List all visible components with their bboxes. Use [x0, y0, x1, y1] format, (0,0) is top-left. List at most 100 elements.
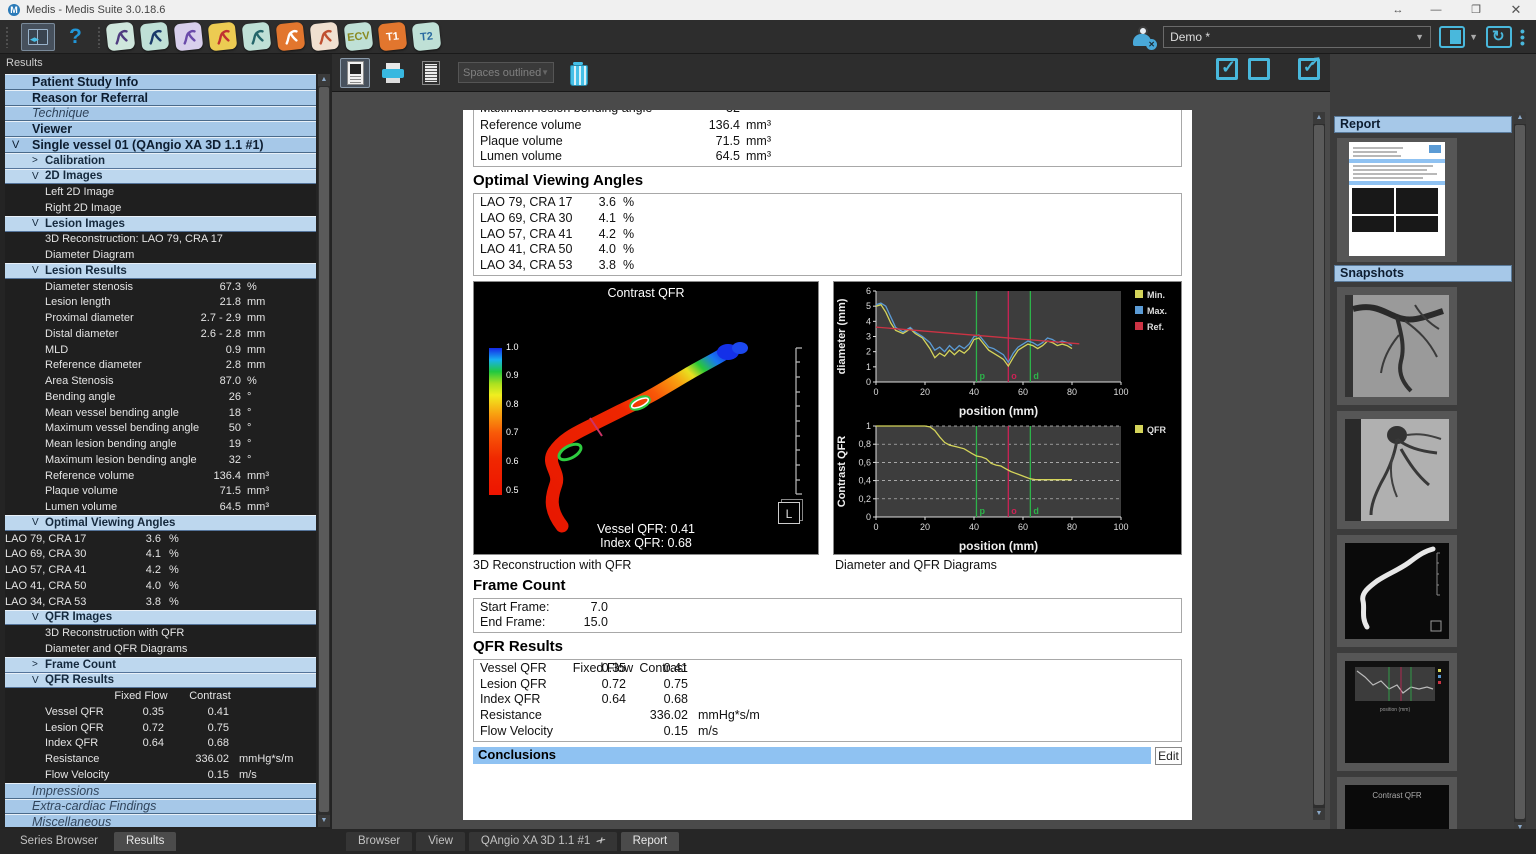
tab-qangio-xa-3d-1-1-1[interactable]: QAngio XA 3D 1.1 #1✗: [469, 832, 617, 851]
close-button[interactable]: ✕: [1496, 0, 1536, 20]
tree-table-row[interactable]: Flow Velocity0.15m/s: [5, 767, 316, 783]
deselect-checkbox-icon[interactable]: [1248, 58, 1270, 80]
tab-series-browser[interactable]: Series Browser: [8, 832, 110, 851]
app-icon-heart[interactable]: [241, 22, 271, 52]
tree-table-row[interactable]: Resistance336.02mmHg*s/m: [5, 751, 316, 767]
tree-section-header[interactable]: Technique: [5, 106, 316, 122]
preset-dropdown[interactable]: Demo * ▼: [1163, 26, 1431, 48]
toolbar-grip[interactable]: [5, 26, 10, 48]
tree-result-row[interactable]: Reference volume136.4mm³: [5, 468, 316, 484]
tree-result-row[interactable]: LAO 41, CRA 504.0%: [5, 578, 316, 594]
tree-table-row[interactable]: Lesion QFR0.720.75: [5, 720, 316, 736]
tree-section-header[interactable]: Impressions: [5, 783, 316, 799]
tree-result-row[interactable]: LAO 34, CRA 533.8%: [5, 594, 316, 610]
tree-result-row[interactable]: MLD0.9mm: [5, 342, 316, 358]
snapshot-angiogram-1[interactable]: [1337, 287, 1457, 405]
tree-table-row[interactable]: Vessel QFR0.350.41: [5, 704, 316, 720]
tree-result-row[interactable]: Proximal diameter2.7 - 2.9mm: [5, 310, 316, 326]
tree-subsection-header[interactable]: VOptimal Viewing Angles: [5, 515, 316, 531]
app-icon-vessel-orange[interactable]: [275, 22, 305, 52]
tree-result-row[interactable]: Reference diameter2.8mm: [5, 358, 316, 374]
tree-result-row[interactable]: Bending angle26°: [5, 389, 316, 405]
app-icon-capsule[interactable]: [207, 22, 237, 52]
tree-item[interactable]: Diameter and QFR Diagrams: [5, 641, 316, 657]
print-button[interactable]: [378, 58, 408, 88]
tree-result-row[interactable]: Mean vessel bending angle18°: [5, 405, 316, 421]
app-icon-tulip[interactable]: [105, 22, 135, 52]
tree-table-row[interactable]: Index QFR0.640.68: [5, 736, 316, 752]
tree-subsection-header[interactable]: VLesion Results: [5, 263, 316, 279]
user-session-icon[interactable]: ✕: [1131, 26, 1155, 48]
snapshot-3d-vessel[interactable]: [1337, 535, 1457, 647]
tree-result-row[interactable]: Lesion length21.8mm: [5, 295, 316, 311]
tree-section-header[interactable]: Reason for Referral: [5, 90, 316, 106]
reset-layout-button[interactable]: [1486, 26, 1512, 48]
spaces-dropdown[interactable]: Spaces outlined ▼: [458, 62, 554, 83]
tree-item[interactable]: Right 2D Image: [5, 200, 316, 216]
orientation-cube-icon[interactable]: L: [778, 502, 800, 524]
report-thumbnail[interactable]: [1337, 138, 1457, 262]
tab-view[interactable]: View: [416, 832, 465, 851]
tree-item[interactable]: Diameter Diagram: [5, 247, 316, 263]
trash-icon[interactable]: [570, 62, 586, 84]
report-view-button[interactable]: [340, 58, 370, 88]
maximize-button[interactable]: ❐: [1456, 0, 1496, 20]
tree-subsection-header[interactable]: VQFR Results: [5, 673, 316, 689]
tree-subsection-header[interactable]: VLesion Images: [5, 216, 316, 232]
scroll-up-icon[interactable]: ▲: [318, 74, 330, 86]
export-check-icon[interactable]: [1298, 58, 1320, 80]
tab-results[interactable]: Results: [114, 832, 176, 851]
select-all-checkbox-icon[interactable]: [1216, 58, 1238, 80]
rightpanel-scrollbar[interactable]: ▲ ▼: [1514, 112, 1526, 834]
tree-result-row[interactable]: Plaque volume71.5mm³: [5, 484, 316, 500]
save-layout-button[interactable]: [1439, 26, 1465, 48]
app-icon-vessel-white[interactable]: [309, 22, 339, 52]
tab-browser[interactable]: Browser: [346, 832, 412, 851]
minimize-button[interactable]: —: [1416, 0, 1456, 20]
tree-result-row[interactable]: Maximum vessel bending angle50°: [5, 421, 316, 437]
tab-report[interactable]: Report: [621, 832, 680, 851]
app-icon-t1[interactable]: T1: [377, 22, 407, 52]
app-icon-purple[interactable]: [173, 22, 203, 52]
scroll-down-icon[interactable]: ▼: [1313, 808, 1325, 820]
app-icon-t2[interactable]: T2: [411, 22, 441, 52]
tree-result-row[interactable]: LAO 57, CRA 414.2%: [5, 562, 316, 578]
tree-section-header[interactable]: Viewer: [5, 121, 316, 137]
tree-result-row[interactable]: Diameter stenosis67.3%: [5, 279, 316, 295]
resize-arrows-icon[interactable]: ↔: [1380, 0, 1416, 20]
tree-subsection-header[interactable]: >Calibration: [5, 153, 316, 169]
scroll-up-icon[interactable]: ▲: [1313, 112, 1325, 124]
tree-item[interactable]: 3D Reconstruction with QFR: [5, 625, 316, 641]
report-section-header[interactable]: Report: [1334, 116, 1512, 133]
save-layout-chevron-icon[interactable]: ▼: [1469, 32, 1478, 42]
layout-button[interactable]: [21, 23, 55, 51]
overflow-menu-icon[interactable]: •••: [1520, 28, 1528, 46]
tree-result-row[interactable]: Lumen volume64.5mm³: [5, 499, 316, 515]
tree-result-row[interactable]: Area Stenosis87.0%: [5, 373, 316, 389]
tree-result-row[interactable]: Maximum lesion bending angle32°: [5, 452, 316, 468]
snapshot-diameter-diagram[interactable]: position (mm): [1337, 653, 1457, 771]
app-icon-swoosh[interactable]: [139, 22, 169, 52]
tree-result-row[interactable]: LAO 79, CRA 173.6%: [5, 531, 316, 547]
help-icon[interactable]: ?: [69, 25, 82, 49]
snapshot-angiogram-2[interactable]: [1337, 411, 1457, 529]
text-report-button[interactable]: [416, 58, 446, 88]
toolbar-grip-2[interactable]: [97, 26, 102, 48]
app-icon-ecv[interactable]: ECV: [343, 22, 373, 52]
tree-section-header[interactable]: VSingle vessel 01 (QAngio XA 3D 1.1 #1): [5, 137, 316, 153]
snapshots-section-header[interactable]: Snapshots: [1334, 265, 1512, 282]
scroll-up-icon[interactable]: ▲: [1514, 112, 1526, 124]
tree-result-row[interactable]: LAO 69, CRA 304.1%: [5, 547, 316, 563]
edit-button[interactable]: Edit: [1155, 747, 1182, 765]
tree-result-row[interactable]: Distal diameter2.6 - 2.8mm: [5, 326, 316, 342]
tree-section-header[interactable]: Extra-cardiac Findings: [5, 799, 316, 815]
tree-subsection-header[interactable]: V2D Images: [5, 169, 316, 185]
tree-item[interactable]: 3D Reconstruction: LAO 79, CRA 17: [5, 232, 316, 248]
snapshot-contrast-qfr[interactable]: Contrast QFR: [1337, 777, 1457, 829]
tree-item[interactable]: Left 2D Image: [5, 184, 316, 200]
tree-section-header[interactable]: Patient Study Info: [5, 74, 316, 90]
scroll-down-icon[interactable]: ▼: [318, 815, 330, 827]
tree-subsection-header[interactable]: >Frame Count: [5, 657, 316, 673]
sidebar-scrollbar[interactable]: ▲ ▼: [318, 74, 330, 827]
pin-icon[interactable]: ✗: [594, 835, 607, 849]
